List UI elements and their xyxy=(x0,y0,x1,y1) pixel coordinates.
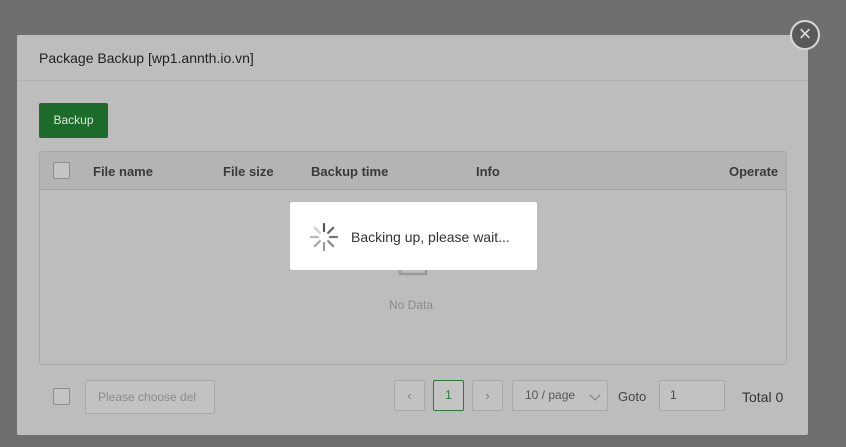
page-size-value: 10 / page xyxy=(525,388,576,402)
column-file-size: File size xyxy=(223,164,274,179)
chevron-left-icon: ‹ xyxy=(407,388,412,403)
next-page-button[interactable]: › xyxy=(472,380,503,411)
backup-button[interactable]: Backup xyxy=(39,103,108,138)
total-count: Total 0 xyxy=(742,389,784,405)
page-1-button[interactable]: 1 xyxy=(433,380,464,411)
page-size-select[interactable]: 10 / page xyxy=(512,380,608,411)
chevron-right-icon: › xyxy=(485,388,490,403)
goto-label: Goto xyxy=(618,389,647,404)
column-backup-time: Backup time xyxy=(311,164,389,179)
table-header: File name File size Backup time Info Ope… xyxy=(40,152,786,190)
chevron-down-icon xyxy=(589,389,601,401)
prev-page-button[interactable]: ‹ xyxy=(394,380,425,411)
select-all-checkbox[interactable] xyxy=(53,162,70,179)
dialog-title: Package Backup [wp1.annth.io.vn] xyxy=(39,50,254,66)
dialog-header: Package Backup [wp1.annth.io.vn] xyxy=(17,35,808,81)
column-operate: Operate xyxy=(729,164,779,179)
empty-text: No Data xyxy=(389,298,434,312)
loading-toast: Backing up, please wait... xyxy=(290,202,537,270)
footer-select-checkbox[interactable] xyxy=(53,388,70,405)
loading-text: Backing up, please wait... xyxy=(351,229,510,245)
spinner-icon xyxy=(309,222,339,252)
close-icon[interactable]: × xyxy=(790,20,820,50)
delete-action-select[interactable]: Please choose del xyxy=(85,380,215,414)
column-file-name: File name xyxy=(93,164,153,179)
goto-page-input[interactable]: 1 xyxy=(659,380,725,411)
column-info: Info xyxy=(476,164,500,179)
